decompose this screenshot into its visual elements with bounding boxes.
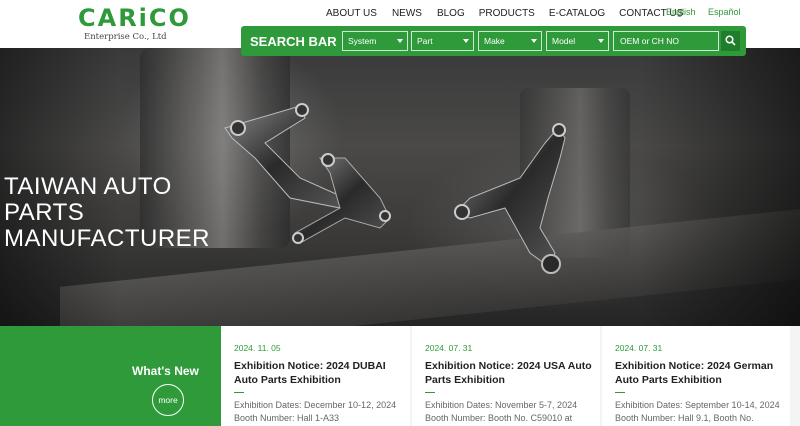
hero-title-line: TAIWAN AUTO <box>4 173 172 200</box>
carico-logo[interactable]: CARiCO Enterprise Co., Ltd <box>78 4 189 44</box>
logo-wordmark: CARiCO <box>78 4 191 32</box>
news-desc: Exhibition Dates: November 5-7, 2024 Boo… <box>425 400 578 423</box>
part-select[interactable]: Part <box>411 31 474 51</box>
chevron-down-icon <box>598 39 604 43</box>
divider <box>615 392 625 393</box>
chevron-down-icon <box>531 39 537 43</box>
news-title[interactable]: Exhibition Notice: 2024 DUBAI Auto Parts… <box>234 359 402 387</box>
news-date: 2024. 07. 31 <box>425 343 473 353</box>
logo-subtitle: Enterprise Co., Ltd <box>84 32 167 42</box>
news-card[interactable]: 2024. 07. 31 Exhibition Notice: 2024 Ger… <box>602 326 790 426</box>
news-desc: Exhibition Dates: September 10-14, 2024 … <box>615 400 780 423</box>
chevron-down-icon <box>463 39 469 43</box>
hero-title: TAIWAN AUTO PARTS MANUFACTURER <box>4 174 210 252</box>
whats-new-title: What's New <box>132 364 199 378</box>
main-nav: ABOUT US NEWS BLOG PRODUCTS E-CATALOG CO… <box>326 8 683 19</box>
hero-title-line: MANUFACTURER <box>4 225 211 252</box>
search-button[interactable] <box>721 31 740 51</box>
hero-title-line: PARTS <box>4 199 85 226</box>
oem-search-input[interactable]: OEM or CH NO <box>613 31 719 51</box>
divider <box>234 392 244 393</box>
nav-news[interactable]: NEWS <box>392 8 422 19</box>
make-select[interactable]: Make <box>478 31 542 51</box>
news-title[interactable]: Exhibition Notice: 2024 German Auto Part… <box>615 359 783 387</box>
whats-new-panel: What's New more <box>0 326 221 426</box>
hero-banner: TAIWAN AUTO PARTS MANUFACTURER <box>0 48 800 326</box>
lang-espanol[interactable]: Español <box>708 7 741 17</box>
system-select-value: System <box>348 36 377 46</box>
system-select[interactable]: System <box>342 31 408 51</box>
nav-blog[interactable]: BLOG <box>437 8 465 19</box>
nav-about-us[interactable]: ABOUT US <box>326 8 377 19</box>
nav-products[interactable]: PRODUCTS <box>479 8 535 19</box>
model-select[interactable]: Model <box>546 31 609 51</box>
news-list: 2024. 11. 05 Exhibition Notice: 2024 DUB… <box>221 326 800 426</box>
nav-e-catalog[interactable]: E-CATALOG <box>549 8 605 19</box>
news-date: 2024. 11. 05 <box>234 343 281 353</box>
search-icon <box>725 35 736 46</box>
news-date: 2024. 07. 31 <box>615 343 663 353</box>
more-button[interactable]: more <box>152 384 184 416</box>
chevron-down-icon <box>397 39 403 43</box>
news-title[interactable]: Exhibition Notice: 2024 USA Auto Parts E… <box>425 359 593 387</box>
news-card[interactable]: 2024. 11. 05 Exhibition Notice: 2024 DUB… <box>221 326 410 426</box>
divider <box>425 392 435 393</box>
search-bar-title: SEARCH BAR <box>250 34 337 49</box>
news-desc: Exhibition Dates: December 10-12, 2024 B… <box>234 400 397 423</box>
make-select-value: Make <box>484 36 505 46</box>
model-select-value: Model <box>552 36 576 46</box>
part-select-value: Part <box>417 36 433 46</box>
lang-english[interactable]: English <box>666 7 696 17</box>
search-bar: SEARCH BAR System Part Make Model OEM or… <box>241 26 746 56</box>
news-card[interactable]: 2024. 07. 31 Exhibition Notice: 2024 USA… <box>412 326 600 426</box>
